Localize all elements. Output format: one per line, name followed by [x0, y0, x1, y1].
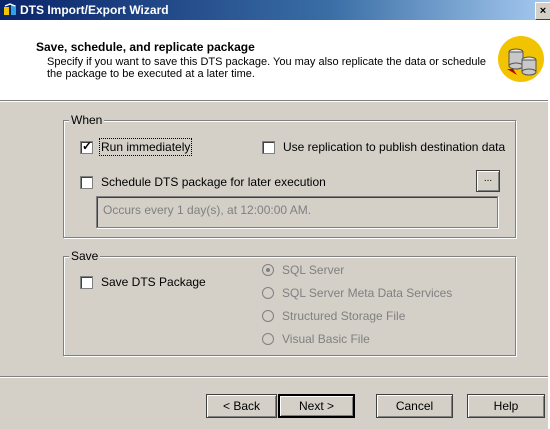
page-description: Specify if you want to save this DTS pac…: [47, 56, 487, 80]
dts-app-icon: [4, 3, 16, 15]
schedule-browse-button[interactable]: ...: [476, 170, 500, 192]
radio-meta-data-services[interactable]: SQL Server Meta Data Services: [262, 286, 452, 300]
save-group-legend: Save: [69, 249, 101, 263]
radio-visual-basic-file[interactable]: Visual Basic File: [262, 332, 370, 346]
button-separator: [0, 376, 548, 378]
schedule-description-field: Occurs every 1 day(s), at 12:00:00 AM.: [96, 196, 498, 228]
use-replication-checkbox[interactable]: Use replication to publish destination d…: [262, 140, 505, 154]
radio-dot[interactable]: [262, 264, 274, 276]
use-replication-label: Use replication to publish destination d…: [283, 140, 506, 154]
schedule-checkbox[interactable]: Schedule DTS package for later execution: [80, 175, 326, 189]
title-bar[interactable]: DTS Import/Export Wizard ×: [0, 0, 550, 20]
checkbox-box[interactable]: [80, 175, 93, 189]
radio-visual-basic-file-label: Visual Basic File: [282, 332, 370, 346]
help-button[interactable]: Help: [467, 394, 545, 418]
radio-dot[interactable]: [262, 333, 274, 345]
radio-structured-storage-file-label: Structured Storage File: [282, 309, 406, 323]
back-button[interactable]: < Back: [206, 394, 277, 418]
schedule-label: Schedule DTS package for later execution: [101, 175, 326, 189]
radio-sql-server[interactable]: SQL Server: [262, 263, 344, 277]
radio-dot[interactable]: [262, 287, 274, 299]
radio-dot[interactable]: [262, 310, 274, 322]
wizard-header: Save, schedule, and replicate package Sp…: [0, 20, 548, 102]
run-immediately-label: Run immediately: [98, 138, 193, 156]
close-button[interactable]: ×: [535, 2, 550, 20]
when-group-legend: When: [69, 113, 105, 127]
wizard-dialog: DTS Import/Export Wizard × Save, schedul…: [0, 0, 550, 429]
cancel-button[interactable]: Cancel: [376, 394, 453, 418]
radio-sql-server-label: SQL Server: [282, 263, 345, 277]
checkbox-box[interactable]: [262, 140, 275, 154]
save-package-checkbox[interactable]: Save DTS Package: [80, 275, 206, 289]
page-title: Save, schedule, and replicate package: [36, 40, 255, 54]
next-button[interactable]: Next >: [278, 394, 355, 418]
window-title: DTS Import/Export Wizard: [20, 3, 169, 17]
radio-structured-storage-file[interactable]: Structured Storage File: [262, 309, 405, 323]
database-package-icon: [498, 36, 544, 82]
run-immediately-checkbox[interactable]: Run immediately: [80, 138, 193, 156]
save-package-label: Save DTS Package: [101, 275, 206, 289]
checkbox-box[interactable]: [80, 139, 93, 154]
radio-meta-data-services-label: SQL Server Meta Data Services: [282, 286, 453, 300]
checkbox-box[interactable]: [80, 275, 93, 289]
